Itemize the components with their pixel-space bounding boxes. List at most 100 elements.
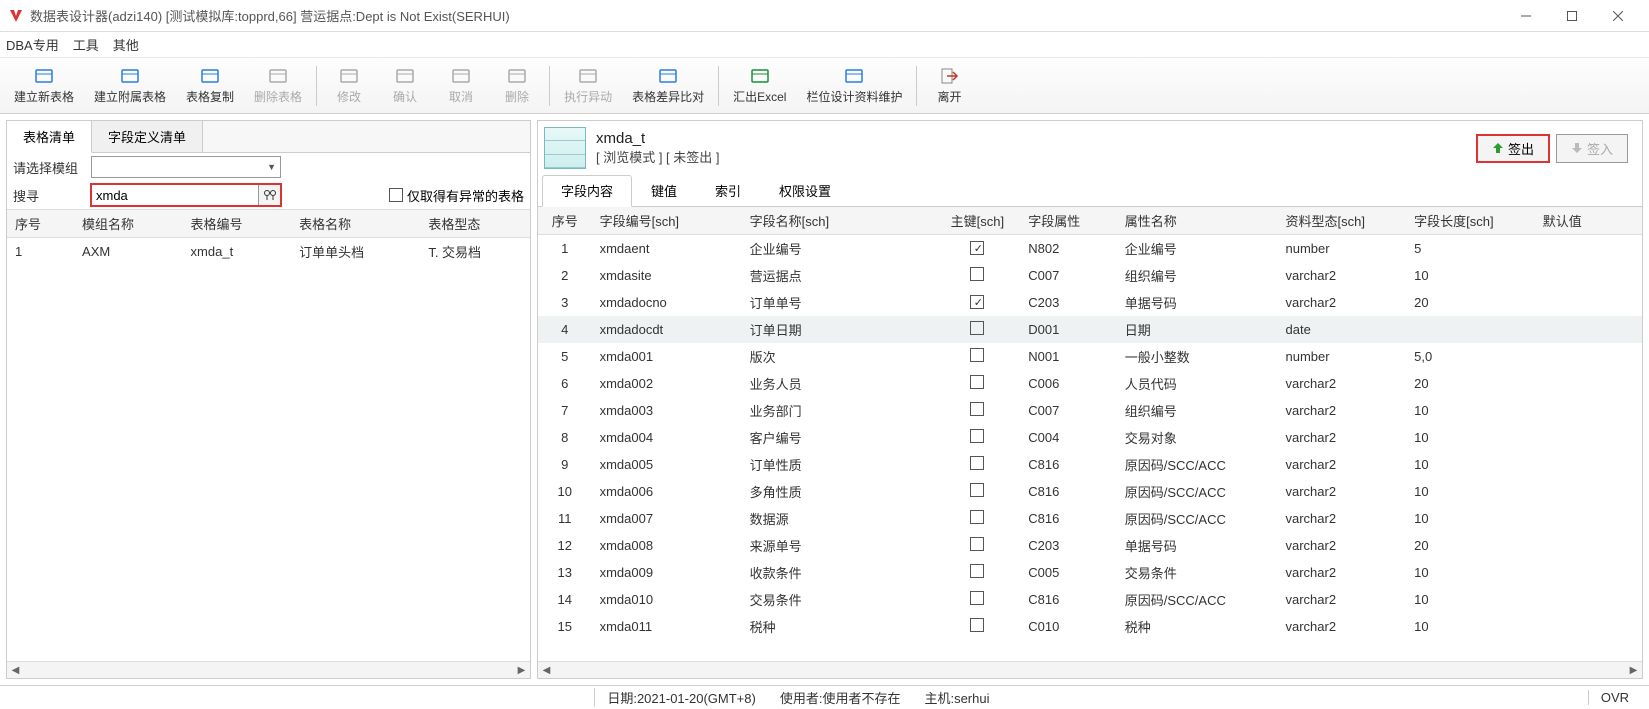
maximize-button[interactable] bbox=[1549, 1, 1595, 31]
tool-new-table[interactable]: 建立新表格 bbox=[4, 63, 84, 108]
tool-delete[interactable]: 删除 bbox=[489, 63, 545, 108]
sub-tab-keys[interactable]: 键值 bbox=[632, 175, 696, 206]
right-col-header[interactable]: 默认值 bbox=[1535, 207, 1642, 235]
tool-copy-table[interactable]: 表格复制 bbox=[176, 63, 244, 108]
modify-icon bbox=[339, 66, 359, 86]
table-row[interactable]: 1xmdaent企业编号N802企业编号number5 bbox=[538, 235, 1642, 263]
sub-tab-perm[interactable]: 权限设置 bbox=[760, 175, 850, 206]
tool-confirm[interactable]: 确认 bbox=[377, 63, 433, 108]
left-col-header[interactable]: 模组名称 bbox=[74, 210, 183, 238]
table-row[interactable]: 4xmdadocdt订单日期D001日期date bbox=[538, 316, 1642, 343]
module-select[interactable]: ▼ bbox=[91, 156, 281, 178]
pk-checkbox[interactable] bbox=[970, 267, 984, 281]
status-user: 使用者:使用者不存在 bbox=[768, 688, 913, 707]
pk-checkbox[interactable] bbox=[970, 241, 984, 255]
table-row[interactable]: 3xmdadocno订单单号C203单据号码varchar220 bbox=[538, 289, 1642, 316]
pk-checkbox[interactable] bbox=[970, 348, 984, 362]
tab-field-def[interactable]: 字段定义清单 bbox=[92, 121, 203, 152]
right-col-header[interactable]: 字段编号[sch] bbox=[592, 207, 742, 235]
pk-checkbox[interactable] bbox=[970, 564, 984, 578]
menu-other[interactable]: 其他 bbox=[113, 35, 139, 54]
scroll-left-icon[interactable]: ◀ bbox=[538, 665, 555, 676]
tool-compare[interactable]: 表格差异比对 bbox=[622, 63, 714, 108]
table-row[interactable]: 15xmda011税种C010税种varchar210 bbox=[538, 613, 1642, 640]
menu-dba[interactable]: DBA专用 bbox=[6, 35, 59, 54]
pk-checkbox[interactable] bbox=[970, 591, 984, 605]
pk-checkbox[interactable] bbox=[970, 618, 984, 632]
tab-table-list[interactable]: 表格清单 bbox=[7, 121, 92, 153]
tool-export-excel[interactable]: 汇出Excel bbox=[723, 63, 796, 108]
delete-label: 删除 bbox=[505, 88, 529, 105]
exec-diff-icon bbox=[578, 66, 598, 86]
scroll-left-icon[interactable]: ◀ bbox=[7, 665, 24, 676]
minimize-button[interactable] bbox=[1503, 1, 1549, 31]
right-col-header[interactable]: 字段属性 bbox=[1020, 207, 1116, 235]
left-col-header[interactable]: 表格编号 bbox=[183, 210, 292, 238]
table-row[interactable]: 5xmda001版次N001一般小整数number5,0 bbox=[538, 343, 1642, 370]
tool-modify[interactable]: 修改 bbox=[321, 63, 377, 108]
status-date: 日期:2021-01-20(GMT+8) bbox=[594, 688, 767, 707]
pk-checkbox[interactable] bbox=[970, 295, 984, 309]
pk-checkbox[interactable] bbox=[970, 510, 984, 524]
delete-table-icon bbox=[268, 66, 288, 86]
table-row[interactable]: 6xmda002业务人员C006人员代码varchar220 bbox=[538, 370, 1642, 397]
window-title: 数据表设计器(adzi140) [测试模拟库:topprd,66] 营运据点:D… bbox=[30, 6, 510, 25]
app-icon bbox=[8, 8, 24, 24]
left-grid[interactable]: 序号模组名称表格编号表格名称表格型态 1AXMxmda_t订单单头档T. 交易档 bbox=[7, 209, 530, 661]
scroll-right-icon[interactable]: ▶ bbox=[1625, 665, 1642, 676]
pk-checkbox[interactable] bbox=[970, 483, 984, 497]
toolbar: 建立新表格建立附属表格表格复制删除表格修改确认取消删除 执行异动表格差异比对汇出E… bbox=[0, 58, 1649, 114]
module-label: 请选择模组 bbox=[13, 158, 85, 177]
exit-label: 离开 bbox=[937, 88, 961, 105]
pk-checkbox[interactable] bbox=[970, 321, 984, 335]
checkin-button[interactable]: 签入 bbox=[1556, 134, 1628, 163]
sub-tab-index[interactable]: 索引 bbox=[696, 175, 760, 206]
table-row[interactable]: 7xmda003业务部门C007组织编号varchar210 bbox=[538, 397, 1642, 424]
tool-cancel[interactable]: 取消 bbox=[433, 63, 489, 108]
left-col-header[interactable]: 表格名称 bbox=[291, 210, 420, 238]
tool-field-design[interactable]: 栏位设计资料维护 bbox=[796, 63, 912, 108]
right-col-header[interactable]: 主键[sch] bbox=[935, 207, 1021, 235]
pk-checkbox[interactable] bbox=[970, 429, 984, 443]
search-icon[interactable] bbox=[259, 184, 281, 206]
pk-checkbox[interactable] bbox=[970, 537, 984, 551]
checkout-button[interactable]: 签出 bbox=[1476, 134, 1550, 163]
table-row[interactable]: 11xmda007数据源C816原因码/SCC/ACCvarchar210 bbox=[538, 505, 1642, 532]
tool-exec-diff[interactable]: 执行异动 bbox=[554, 63, 622, 108]
tool-exit[interactable]: 离开 bbox=[921, 63, 977, 108]
table-row[interactable]: 2xmdasite营运据点C007组织编号varchar210 bbox=[538, 262, 1642, 289]
table-row[interactable]: 12xmda008来源单号C203单据号码varchar220 bbox=[538, 532, 1642, 559]
right-col-header[interactable]: 序号 bbox=[538, 207, 592, 235]
sub-tab-fields[interactable]: 字段内容 bbox=[542, 175, 632, 207]
table-row[interactable]: 10xmda006多角性质C816原因码/SCC/ACCvarchar210 bbox=[538, 478, 1642, 505]
search-wrap bbox=[91, 184, 281, 206]
left-scrollbar[interactable]: ◀ ▶ bbox=[7, 661, 530, 678]
right-col-header[interactable]: 属性名称 bbox=[1117, 207, 1278, 235]
tool-delete-table[interactable]: 删除表格 bbox=[244, 63, 312, 108]
table-row[interactable]: 14xmda010交易条件C816原因码/SCC/ACCvarchar210 bbox=[538, 586, 1642, 613]
pk-checkbox[interactable] bbox=[970, 402, 984, 416]
table-row[interactable]: 1AXMxmda_t订单单头档T. 交易档 bbox=[7, 238, 530, 266]
right-scrollbar[interactable]: ◀ ▶ bbox=[538, 661, 1642, 678]
table-row[interactable]: 9xmda005订单性质C816原因码/SCC/ACCvarchar210 bbox=[538, 451, 1642, 478]
menu-tools[interactable]: 工具 bbox=[73, 35, 99, 54]
compare-icon bbox=[658, 66, 678, 86]
left-col-header[interactable]: 序号 bbox=[7, 210, 74, 238]
checkout-label: 签出 bbox=[1508, 139, 1534, 158]
search-input[interactable] bbox=[91, 184, 259, 206]
right-col-header[interactable]: 资料型态[sch] bbox=[1278, 207, 1407, 235]
pk-checkbox[interactable] bbox=[970, 375, 984, 389]
left-col-header[interactable]: 表格型态 bbox=[420, 210, 530, 238]
table-row[interactable]: 8xmda004客户编号C004交易对象varchar210 bbox=[538, 424, 1642, 451]
scroll-right-icon[interactable]: ▶ bbox=[513, 665, 530, 676]
close-button[interactable] bbox=[1595, 1, 1641, 31]
exception-checkbox[interactable] bbox=[389, 188, 403, 202]
right-col-header[interactable]: 字段名称[sch] bbox=[742, 207, 935, 235]
right-grid[interactable]: 序号字段编号[sch]字段名称[sch]主键[sch]字段属性属性名称资料型态[… bbox=[538, 207, 1642, 661]
right-col-header[interactable]: 字段长度[sch] bbox=[1406, 207, 1535, 235]
tool-new-sub-table[interactable]: 建立附属表格 bbox=[84, 63, 176, 108]
new-sub-table-icon bbox=[120, 66, 140, 86]
content-area: 表格清单 字段定义清单 请选择模组 ▼ 搜寻 仅取得有异常的表格 序号模组名称表… bbox=[0, 114, 1649, 685]
table-row[interactable]: 13xmda009收款条件C005交易条件varchar210 bbox=[538, 559, 1642, 586]
pk-checkbox[interactable] bbox=[970, 456, 984, 470]
